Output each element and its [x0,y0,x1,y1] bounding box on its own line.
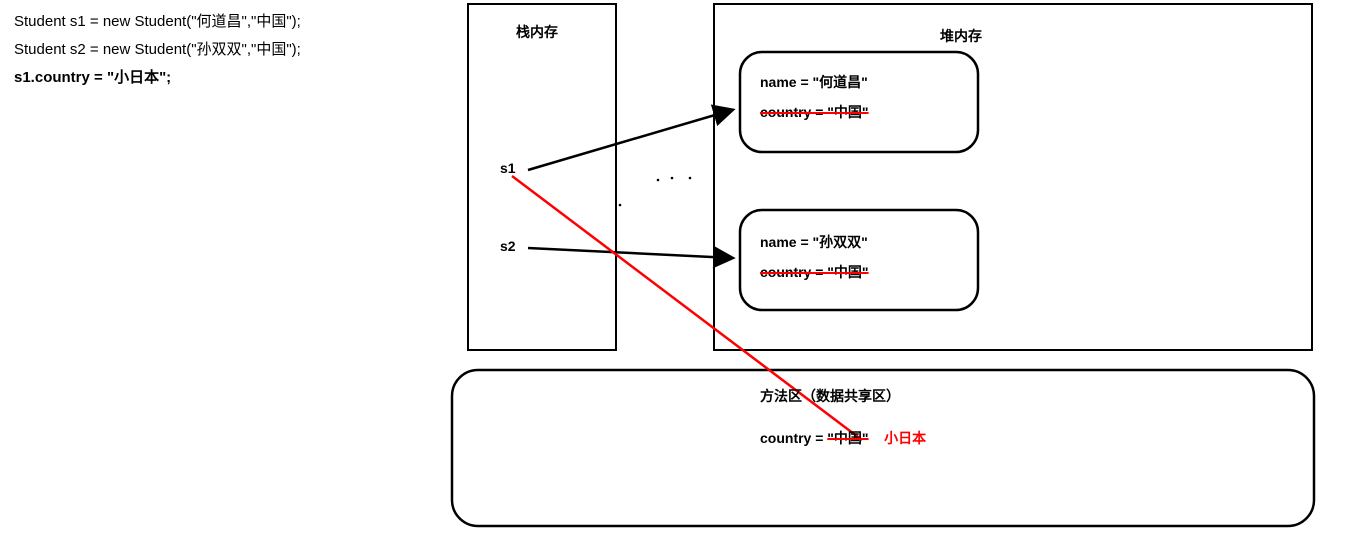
arrow-s1-obj1 [528,110,732,170]
stack-box [468,4,616,350]
method-area-country: country = "中国" 小日本 [760,428,926,448]
method-area-country-key: country = [760,430,823,446]
obj1-country: country = "中国" [760,102,869,122]
obj2-name: name = "孙双双" [760,232,868,252]
arrow-s2-obj2 [528,248,732,258]
heap-box [714,4,1312,350]
diagram-svg [0,0,1359,541]
obj2-country: country = "中国" [760,262,869,282]
heap-title: 堆内存 [940,26,982,46]
stack-var-s1: s1 [500,160,516,176]
method-area-title: 方法区（数据共享区） [760,386,900,406]
diagram-canvas: Student s1 = new Student("何道昌","中国"); St… [0,0,1359,541]
heap-object-2 [740,210,978,310]
stack-var-s2: s2 [500,238,516,254]
method-area-country-new: 小日本 [884,430,926,446]
method-area-country-old: "中国" [827,430,868,446]
stack-title: 栈内存 [516,22,558,42]
obj1-name: name = "何道昌" [760,72,868,92]
